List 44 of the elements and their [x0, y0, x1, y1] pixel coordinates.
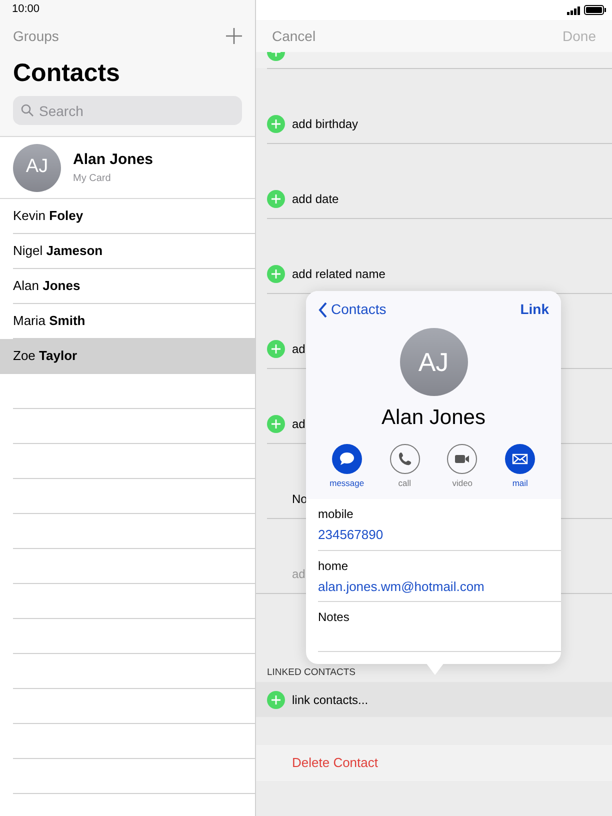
delete-contact-button[interactable]: Delete Contact	[256, 745, 612, 781]
speech-bubble-icon	[338, 450, 355, 466]
contact-item[interactable]: Kevin Foley	[13, 199, 255, 234]
field-value[interactable]: alan.jones.wm@hotmail.com	[318, 576, 561, 596]
field-label[interactable]: ad	[292, 340, 306, 358]
field-label: home	[318, 558, 350, 575]
field-value[interactable]: 234567890	[318, 525, 561, 545]
avatar: AJ	[400, 328, 468, 396]
add-icon[interactable]	[267, 340, 285, 358]
field-label: Notes	[318, 609, 350, 626]
battery-icon	[584, 5, 606, 15]
search-field[interactable]: Search	[13, 96, 242, 125]
mail-button[interactable]: mail	[498, 444, 542, 490]
my-card-label: My Card	[73, 172, 112, 186]
section-header: LINKED CONTACTS	[267, 666, 356, 680]
link-contacts-button[interactable]: link contacts...	[292, 690, 368, 708]
phone-icon	[396, 450, 413, 466]
add-icon[interactable]	[267, 265, 285, 283]
video-button[interactable]: video	[440, 444, 484, 490]
search-icon	[21, 104, 34, 117]
avatar: AJ	[13, 144, 61, 192]
back-button[interactable]: Contacts	[318, 299, 386, 320]
field-label[interactable]: add date	[292, 190, 339, 208]
page-title: Contacts	[13, 58, 121, 88]
contact-item[interactable]: Nigel Jameson	[13, 234, 255, 269]
field-label: mobile	[318, 506, 354, 524]
contact-item[interactable]: Alan Jones	[13, 269, 255, 304]
field-label[interactable]: ad	[292, 415, 306, 433]
status-time: 10:00	[12, 2, 41, 17]
link-button[interactable]: Link	[520, 299, 549, 320]
add-icon[interactable]	[267, 115, 285, 133]
add-icon[interactable]	[267, 690, 285, 708]
contact-item[interactable]: Zoe Taylor	[0, 339, 255, 374]
field-label[interactable]: add related name	[292, 265, 386, 283]
signal-icon	[567, 6, 580, 14]
contact-name: Alan Jones	[380, 405, 486, 431]
contact-name[interactable]: Alan Jones	[73, 148, 154, 172]
call-button[interactable]: call	[382, 444, 427, 490]
message-button[interactable]: message	[324, 444, 369, 490]
add-icon[interactable]	[267, 190, 285, 208]
chevron-left-icon	[318, 302, 328, 318]
field-label[interactable]: add birthday	[292, 115, 358, 133]
add-icon[interactable]	[267, 415, 285, 433]
add-icon[interactable]	[226, 28, 242, 44]
